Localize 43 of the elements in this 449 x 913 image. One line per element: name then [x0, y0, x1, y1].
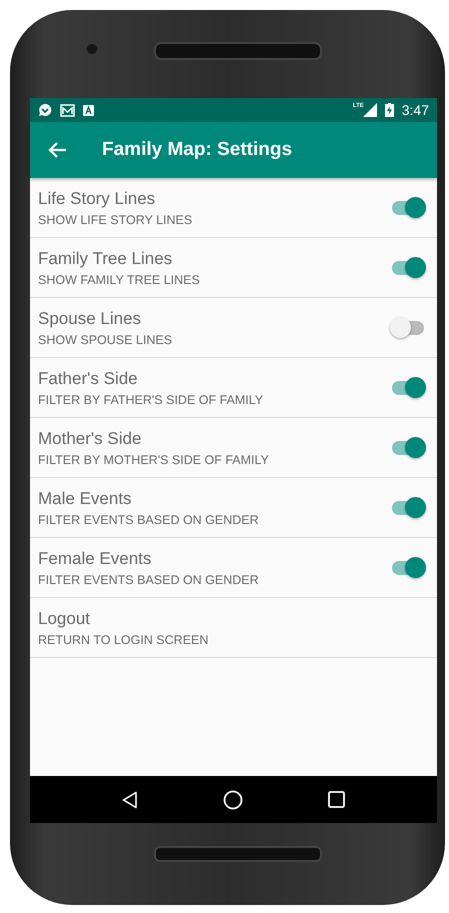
- toggle-switch[interactable]: [390, 436, 426, 460]
- battery-charging-icon: [384, 103, 394, 117]
- back-icon[interactable]: [122, 790, 138, 808]
- setting-title: Father's Side: [38, 368, 139, 388]
- screen-title: Family Map: Settings: [102, 139, 292, 161]
- settings-item[interactable]: Logout RETURN TO LOGIN SCREEN: [30, 598, 437, 658]
- settings-item[interactable]: Spouse Lines SHOW SPOUSE LINES: [30, 298, 437, 358]
- setting-title: Life Story Lines: [38, 188, 156, 208]
- setting-title: Logout: [38, 608, 91, 628]
- setting-title: Spouse Lines: [38, 308, 142, 328]
- settings-item[interactable]: Mother's Side FILTER BY MOTHER'S SIDE OF FAMILY: [30, 418, 437, 478]
- settings-item[interactable]: Life Story Lines SHOW LIFE STORY LINES: [30, 178, 437, 238]
- setting-description: FILTER EVENTS BASED ON GENDER: [38, 572, 260, 586]
- toggle-switch[interactable]: [390, 376, 426, 400]
- setting-description: FILTER EVENTS BASED ON GENDER: [38, 512, 260, 526]
- setting-description: SHOW SPOUSE LINES: [38, 332, 174, 346]
- toggle-switch[interactable]: [390, 256, 426, 280]
- setting-title: Mother's Side: [38, 428, 142, 448]
- camera-icon: [86, 43, 98, 55]
- chat-bubble-icon: [38, 103, 52, 117]
- settings-item[interactable]: Father's Side FILTER BY FATHER'S SIDE OF FAMILY: [30, 358, 437, 418]
- toggle-switch[interactable]: [390, 556, 426, 580]
- clock-time: 3:47: [402, 102, 429, 118]
- settings-item[interactable]: Female Events FILTER EVENTS BASED ON GENDER: [30, 538, 437, 598]
- home-icon[interactable]: [222, 790, 243, 810]
- setting-description: RETURN TO LOGIN SCREEN: [38, 632, 210, 646]
- setting-description: SHOW LIFE STORY LINES: [38, 212, 194, 226]
- toggle-switch[interactable]: [390, 196, 426, 220]
- settings-item[interactable]: Family Tree Lines SHOW FAMILY TREE LINES: [30, 238, 437, 298]
- toggle-switch[interactable]: [390, 316, 426, 340]
- mail-icon: [60, 104, 75, 116]
- settings-item[interactable]: Male Events FILTER EVENTS BASED ON GENDER: [30, 478, 437, 538]
- back-arrow-icon[interactable]: [48, 140, 68, 160]
- setting-title: Male Events: [38, 488, 133, 508]
- signal-icon: [362, 103, 377, 117]
- setting-description: FILTER BY FATHER'S SIDE OF FAMILY: [38, 392, 264, 406]
- setting-description: FILTER BY MOTHER'S SIDE OF FAMILY: [38, 452, 270, 466]
- setting-title: Female Events: [38, 548, 152, 568]
- setting-description: SHOW FAMILY TREE LINES: [38, 272, 201, 286]
- toggle-switch[interactable]: [390, 496, 426, 520]
- keyboard-a-icon: [83, 104, 94, 116]
- recents-icon[interactable]: [328, 791, 345, 808]
- setting-title: Family Tree Lines: [38, 248, 174, 268]
